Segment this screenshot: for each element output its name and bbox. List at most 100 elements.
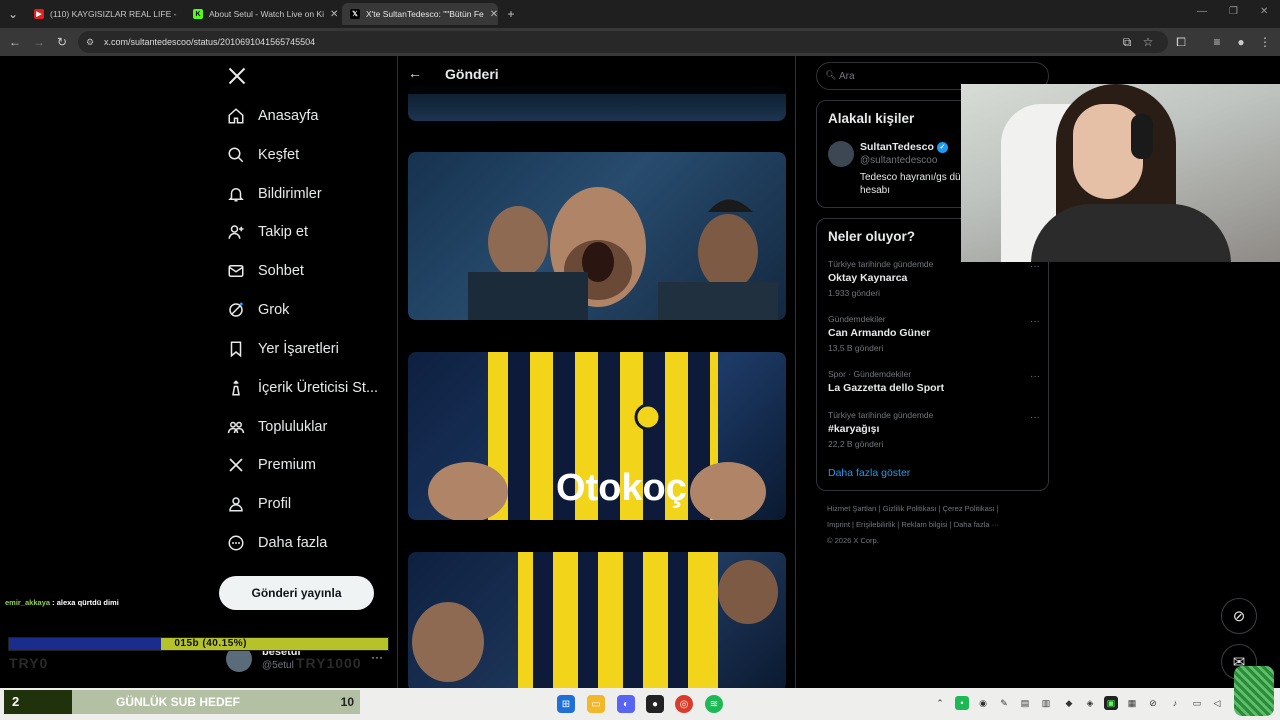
- close-window-icon[interactable]: ✕: [1260, 6, 1268, 17]
- show-more-link[interactable]: Daha fazla göster: [828, 467, 910, 479]
- person-bio: Tedesco hayranı/gs dü hesabı: [860, 172, 961, 196]
- extensions-icon[interactable]: ⧠: [1172, 33, 1190, 51]
- nav-item-grok[interactable]: Grok: [226, 296, 289, 324]
- grok-float-icon[interactable]: ⊘: [1221, 598, 1257, 634]
- nav-item-messages[interactable]: Sohbet: [226, 257, 304, 285]
- nav-item-creator-studio[interactable]: İçerik Üreticisi St...: [226, 374, 378, 402]
- communities-icon: [226, 417, 246, 437]
- tab-list-chevron-icon[interactable]: ⌄: [4, 5, 22, 23]
- trend-item[interactable]: Türkiye tarihinde gündemde Oktay Kaynarc…: [828, 259, 1040, 298]
- overlay-ghost-text: TRY1000: [296, 655, 362, 671]
- close-tab-icon[interactable]: ✕: [324, 9, 338, 20]
- goal-label: GÜNLÜK SUB HEDEF: [116, 695, 241, 709]
- goal-target: 10: [340, 695, 354, 709]
- close-tab-icon[interactable]: ✕: [176, 9, 181, 20]
- post-image[interactable]: [408, 552, 786, 688]
- person-name[interactable]: SultanTedesco ✓: [860, 141, 948, 153]
- more-options-icon[interactable]: ···: [1030, 261, 1040, 272]
- more-options-icon[interactable]: ···: [1030, 316, 1040, 327]
- reload-icon[interactable]: ↻: [53, 33, 71, 51]
- nav-item-follow[interactable]: Takip et: [226, 218, 308, 246]
- media-icon[interactable]: ≡: [1208, 33, 1226, 51]
- nav-label: Topluluklar: [258, 419, 328, 435]
- windows-start-icon[interactable]: ⊞: [557, 695, 575, 713]
- nav-item-communities[interactable]: Topluluklar: [226, 413, 327, 441]
- browser-tab-youtube[interactable]: ▶ (110) KAYGISIZLAR REAL LIFE - ✕: [26, 3, 181, 25]
- trend-name: Oktay Kaynarca: [828, 272, 908, 284]
- nav-item-explore[interactable]: Keşfet: [226, 141, 299, 169]
- mail-icon: [226, 261, 246, 281]
- webcam-person-body: [1031, 204, 1231, 262]
- tray-steam-icon[interactable]: ◉: [976, 696, 990, 710]
- trend-item[interactable]: Gündemdekiler Can Armando Güner 13,5 B g…: [828, 314, 1040, 353]
- home-icon: [226, 106, 246, 126]
- spotify-icon[interactable]: ≋: [705, 695, 723, 713]
- file-explorer-icon[interactable]: ▭: [587, 695, 605, 713]
- tab-title: About Setul - Watch Live on Ki: [209, 9, 324, 19]
- footer-links[interactable]: Hizmet Şartları | Gizlilik Politikası | …: [827, 501, 1047, 549]
- forward-icon[interactable]: →: [30, 33, 48, 51]
- browser-menu-icon[interactable]: ⋮: [1256, 33, 1274, 51]
- chrome-icon[interactable]: ◎: [675, 695, 693, 713]
- x-premium-icon: [226, 455, 246, 475]
- trend-category: Türkiye tarihinde gündemde: [828, 410, 934, 420]
- tray-overflow-icon[interactable]: ⌃: [933, 696, 947, 710]
- post-image[interactable]: Otokoç: [408, 352, 786, 520]
- nav-item-profile[interactable]: Profil: [226, 490, 291, 518]
- back-arrow-icon[interactable]: ←: [408, 65, 422, 81]
- tray-app-icon[interactable]: ◈: [1083, 696, 1097, 710]
- creator-icon: [226, 378, 246, 398]
- microphone-icon[interactable]: ♪: [1168, 696, 1182, 710]
- screen: ⌄ ▶ (110) KAYGISIZLAR REAL LIFE - ✕ K Ab…: [0, 0, 1280, 720]
- nav-label: Anasayfa: [258, 108, 319, 124]
- maximize-icon[interactable]: ❐: [1229, 6, 1238, 17]
- speaker-icon[interactable]: ◁: [1210, 696, 1224, 710]
- grok-icon: [226, 300, 246, 320]
- nav-item-home[interactable]: Anasayfa: [226, 102, 318, 130]
- post-image[interactable]: [408, 152, 786, 320]
- person-name-text: SultanTedesco: [860, 141, 934, 153]
- browser-tab-kick[interactable]: K About Setul - Watch Live on Ki ✕: [185, 3, 340, 25]
- tray-app-icon[interactable]: ▤: [1018, 696, 1032, 710]
- more-options-icon[interactable]: ···: [1030, 412, 1040, 423]
- url-field[interactable]: ⚙ x.com/sultantedescoo/status/2010691041…: [78, 31, 1168, 53]
- more-options-icon[interactable]: ···: [1030, 371, 1040, 382]
- browser-tab-x[interactable]: 𝕏 X'te SultanTedesco: ""Bütün Fe ✕: [342, 3, 498, 25]
- close-tab-icon[interactable]: ✕: [484, 9, 498, 20]
- more-options-icon[interactable]: ···: [371, 650, 383, 664]
- tray-network-off-icon[interactable]: ⊘: [1146, 696, 1160, 710]
- trend-name: #karyağışı: [828, 423, 880, 435]
- new-tab-icon[interactable]: +: [502, 5, 520, 23]
- minimize-icon[interactable]: —: [1197, 6, 1207, 17]
- trend-item[interactable]: Spor · Gündemdekiler La Gazzetta dello S…: [828, 369, 1040, 394]
- nav-item-notifications[interactable]: Bildirimler: [226, 180, 322, 208]
- post-button[interactable]: Gönderi yayınla: [219, 576, 374, 610]
- nav-item-premium[interactable]: Premium: [226, 451, 316, 479]
- trend-count: 13,5 B gönderi: [828, 343, 884, 353]
- tray-app-icon[interactable]: ▦: [1125, 696, 1139, 710]
- bookmark-star-icon[interactable]: ☆: [1139, 33, 1157, 51]
- install-app-icon[interactable]: ⧉: [1118, 33, 1136, 51]
- nav-item-bookmarks[interactable]: Yer İşaretleri: [226, 335, 339, 363]
- nav-item-more[interactable]: Daha fazla: [226, 529, 327, 557]
- nav-label: Grok: [258, 302, 290, 318]
- display-icon[interactable]: ▭: [1190, 696, 1204, 710]
- trend-category: Gündemdekiler: [828, 314, 886, 324]
- back-icon[interactable]: ←: [6, 33, 24, 51]
- obs-icon[interactable]: ●: [646, 695, 664, 713]
- avatar[interactable]: [828, 141, 854, 167]
- tray-pen-icon[interactable]: ✎: [997, 696, 1011, 710]
- site-info-icon[interactable]: ⚙: [86, 37, 94, 48]
- kick-icon: K: [193, 9, 203, 19]
- nav-label: İçerik Üreticisi St...: [258, 380, 379, 396]
- verified-badge-icon: ✓: [936, 141, 948, 153]
- profile-avatar-icon[interactable]: ●: [1232, 33, 1250, 51]
- x-logo-icon[interactable]: [227, 66, 247, 86]
- tray-spotify-icon[interactable]: •: [955, 696, 969, 710]
- tray-app-icon[interactable]: ▣: [1104, 696, 1118, 710]
- tray-app-icon[interactable]: ◆: [1062, 696, 1076, 710]
- trend-item[interactable]: Türkiye tarihinde gündemde #karyağışı 22…: [828, 410, 1040, 449]
- tray-app-icon[interactable]: ▥: [1039, 696, 1053, 710]
- discord-icon[interactable]: ◐: [617, 695, 635, 713]
- nav-label: Sohbet: [258, 263, 304, 279]
